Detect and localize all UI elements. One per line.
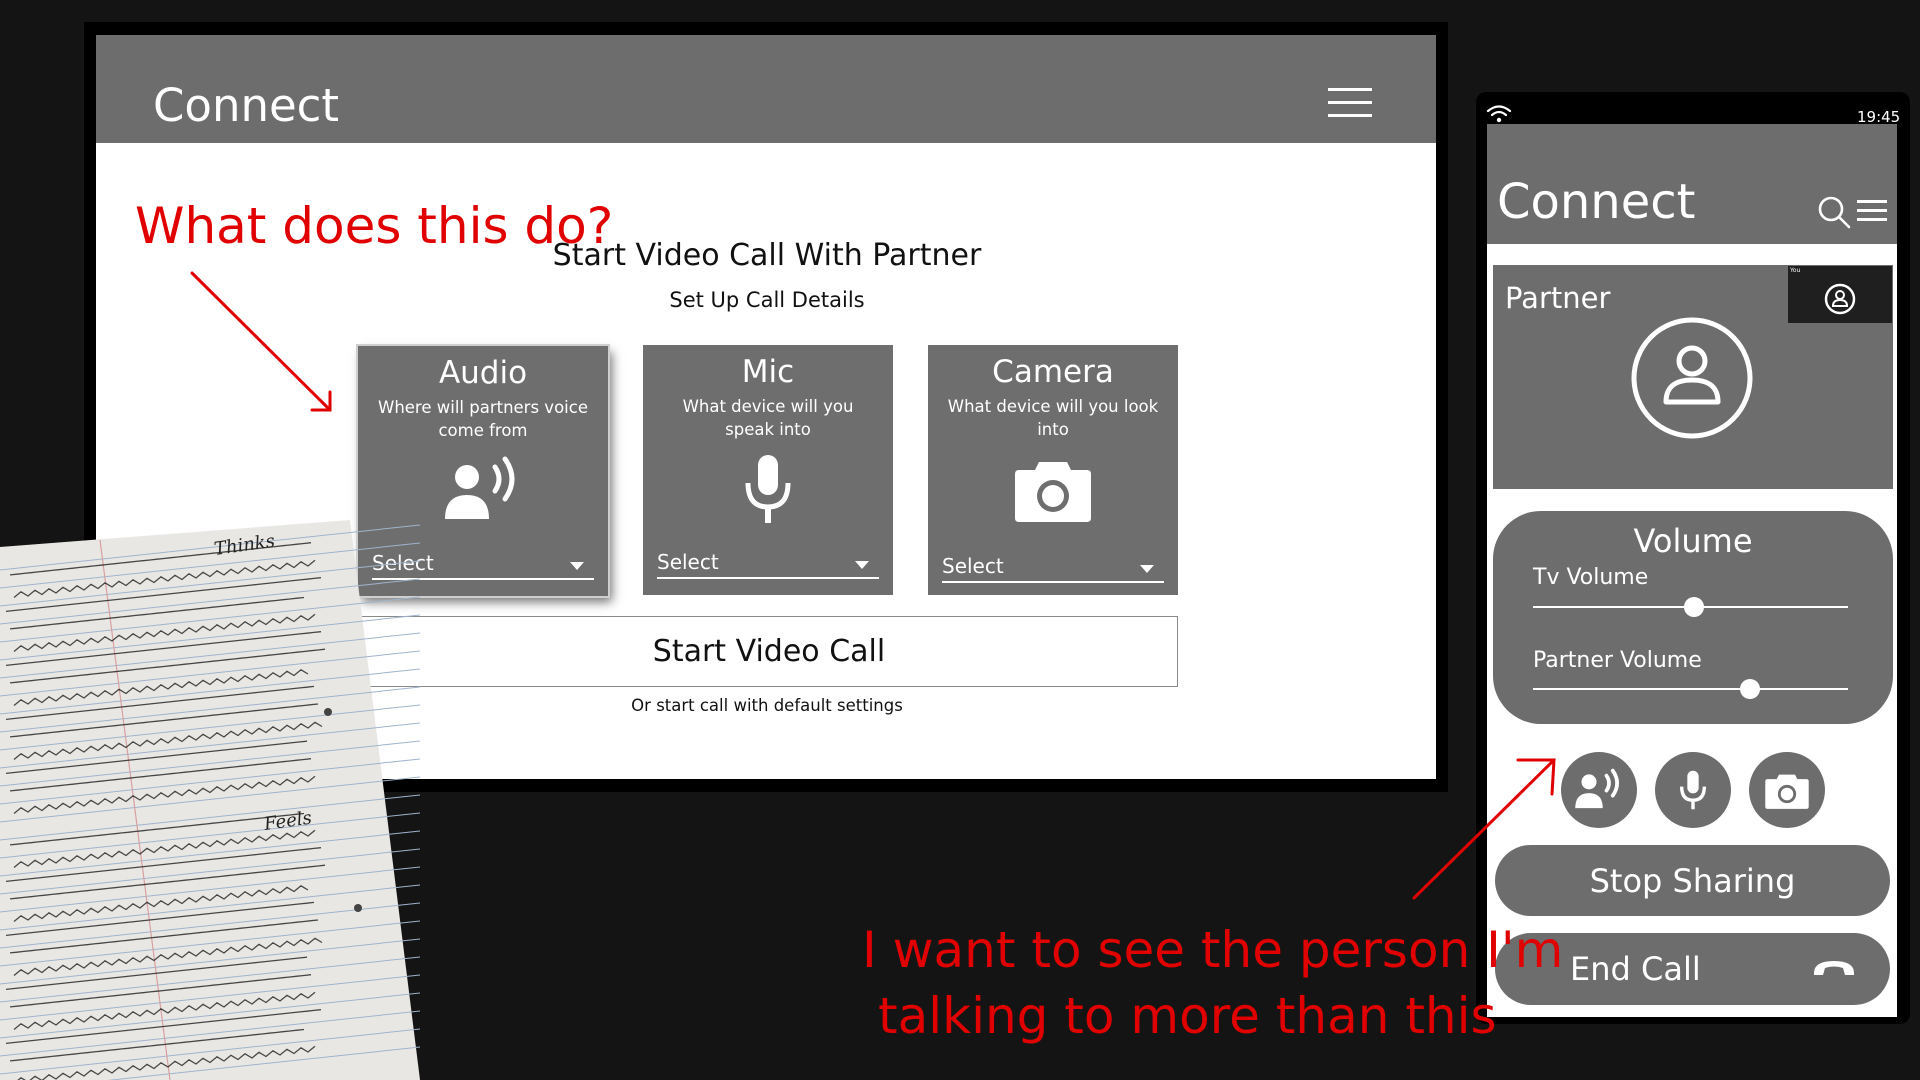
tv-volume-label: Tv Volume (1533, 565, 1649, 590)
partner-avatar-icon (1630, 316, 1754, 440)
select-value: Select (942, 554, 1004, 578)
handwritten-notes-photo: Thinks Feels (0, 520, 420, 1080)
annotation-line-1: I want to see the person I'm (862, 921, 1564, 979)
microphone-icon (1679, 770, 1707, 810)
hamburger-menu-icon[interactable] (1328, 88, 1372, 122)
start-video-call-button[interactable]: Start Video Call (360, 616, 1178, 687)
audio-toggle-button[interactable] (1561, 752, 1637, 828)
chevron-down-icon (1140, 565, 1154, 573)
annotation-line-2: talking to more than this (878, 987, 1497, 1045)
search-icon[interactable] (1817, 195, 1851, 229)
start-default-settings-link[interactable]: Or start call with default settings (450, 696, 1084, 715)
mic-device-select[interactable]: Select (657, 549, 879, 579)
camera-icon (928, 449, 1178, 529)
card-title: Mic (741, 354, 795, 390)
speaker-person-icon (358, 450, 608, 530)
hamburger-menu-icon[interactable] (1857, 200, 1887, 222)
chevron-down-icon (855, 561, 869, 569)
microphone-icon (643, 449, 893, 529)
partner-label: Partner (1505, 281, 1611, 315)
camera-icon (1765, 774, 1809, 809)
card-description: What device will you look into (947, 397, 1159, 439)
self-view-label: You (1790, 267, 1801, 274)
tv-app-title: Connect (153, 79, 340, 132)
partner-volume-label: Partner Volume (1533, 648, 1702, 673)
partner-volume-slider[interactable] (1533, 688, 1848, 690)
status-time: 19:45 (1857, 108, 1901, 126)
page-subtitle: Set Up Call Details (669, 288, 865, 312)
self-avatar-icon (1824, 283, 1856, 315)
camera-device-select[interactable]: Select (942, 553, 1164, 583)
speaker-person-icon (1575, 768, 1619, 809)
camera-device-card[interactable]: Camera What device will you look into Se… (928, 345, 1178, 595)
mic-device-card[interactable]: Mic What device will you speak into Sele… (643, 345, 893, 595)
annotation-phone-note: I want to see the person I'm talking to … (862, 917, 1563, 1049)
phone-notch (1530, 97, 1855, 124)
tv-volume-slider-thumb[interactable] (1683, 597, 1704, 617)
chevron-down-icon (570, 562, 584, 570)
hang-up-phone-icon[interactable] (1810, 953, 1858, 983)
stop-sharing-button[interactable]: Stop Sharing (1495, 845, 1890, 916)
end-call-label: End Call (1570, 950, 1701, 988)
card-title: Audio (438, 355, 528, 391)
select-value: Select (657, 550, 719, 574)
card-title: Camera (992, 354, 1114, 390)
mic-toggle-button[interactable] (1655, 752, 1731, 828)
phone-app-title: Connect (1497, 174, 1696, 230)
card-description: Where will partners voice come from (378, 398, 588, 440)
camera-toggle-button[interactable] (1749, 752, 1825, 828)
annotation-tv-question: What does this do? (135, 197, 614, 255)
volume-title: Volume (1633, 522, 1753, 560)
card-description: What device will you speak into (682, 397, 854, 439)
wifi-icon (1486, 104, 1512, 124)
